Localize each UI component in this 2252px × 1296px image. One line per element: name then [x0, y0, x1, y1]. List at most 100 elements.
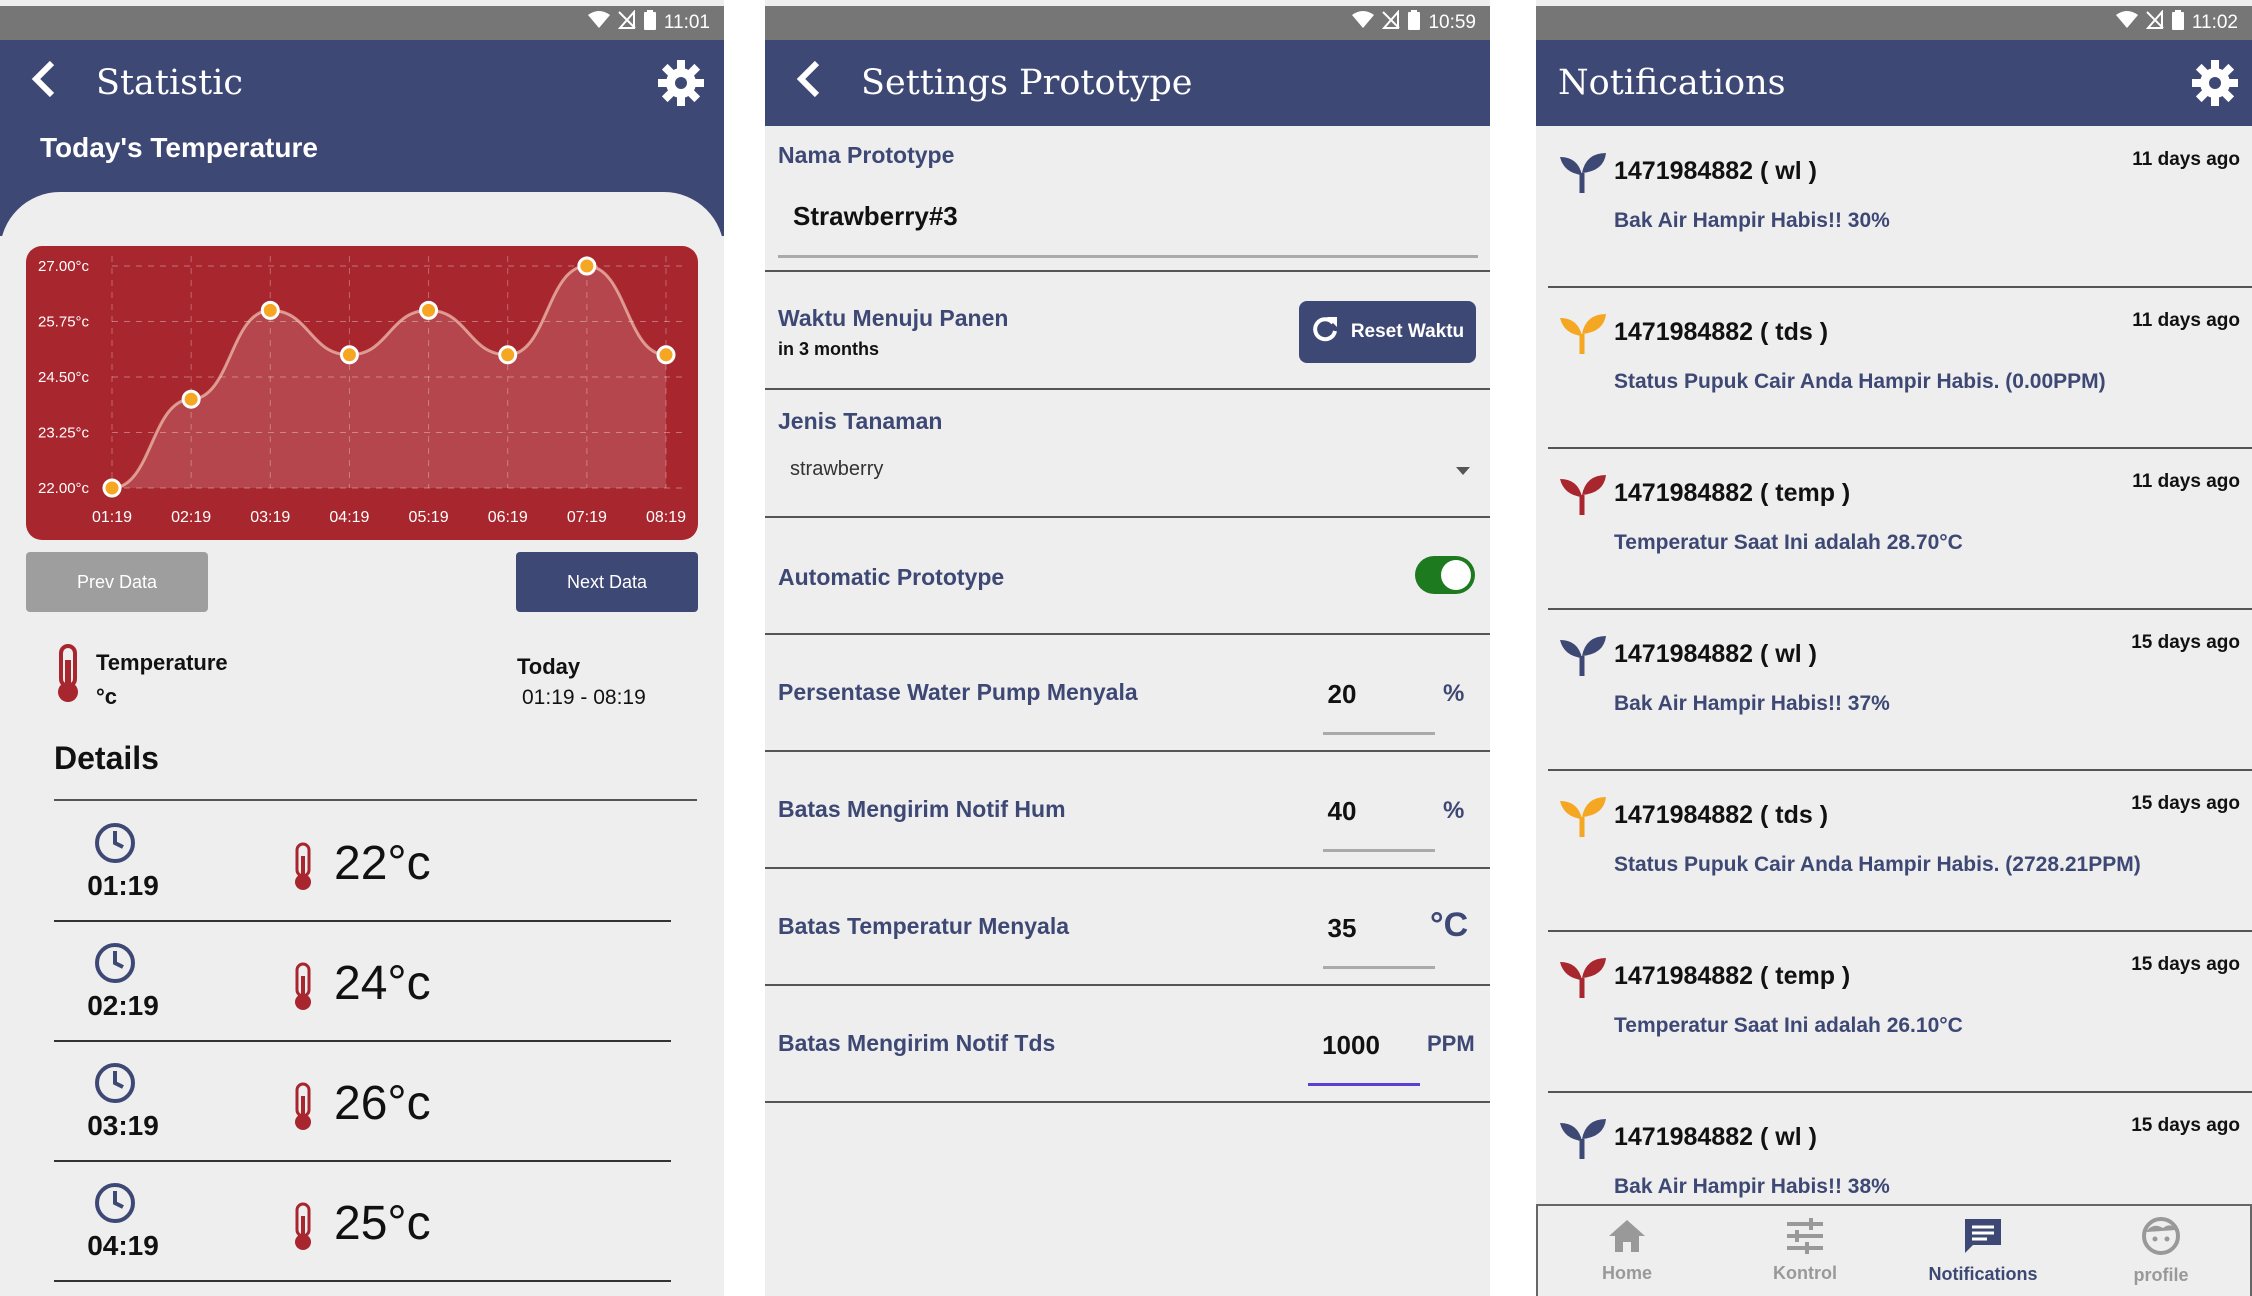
field-label: Batas Temperatur Menyala: [778, 913, 1070, 939]
details-row: 03:19 26°c: [54, 1042, 671, 1162]
notification-title: 1471984882 ( wl ): [1614, 640, 1817, 668]
y-tick-label: 22.00°c: [38, 480, 90, 497]
page-title: Notifications: [1558, 63, 1786, 103]
nav-notifications[interactable]: Notifications: [1894, 1206, 2072, 1296]
jenis-tanaman-select[interactable]: strawberry: [778, 450, 1478, 490]
reset-waktu-label: Reset Waktu: [1350, 321, 1465, 342]
y-tick-label: 24.50°c: [38, 369, 90, 386]
status-bar: 11:02: [1536, 6, 2252, 40]
data-point: [656, 345, 676, 365]
data-point: [260, 300, 280, 320]
notification-message: Bak Air Hampir Habis!! 38%: [1614, 1175, 1890, 1198]
field-value-input[interactable]: 35: [1305, 913, 1379, 944]
field-value-input[interactable]: 1000: [1311, 1030, 1391, 1061]
notification-item[interactable]: 1471984882 ( temp ) 11 days ago Temperatur…: [1548, 449, 2252, 610]
wifi-icon: [2115, 11, 2138, 35]
status-time: 11:02: [2191, 12, 2238, 33]
x-tick-label: 02:19: [171, 509, 211, 526]
nav-profile[interactable]: profile: [2072, 1206, 2250, 1296]
jenis-tanaman-label: Jenis Tanaman: [778, 408, 943, 434]
info-unit: °c: [96, 684, 118, 709]
battery-icon: [2171, 10, 2184, 36]
data-point: [102, 478, 122, 498]
gear-icon[interactable]: [2188, 56, 2242, 110]
sprout-icon: [1558, 795, 1608, 839]
nav-notifications-label: Notifications: [1928, 1264, 2038, 1284]
notification-item[interactable]: 1471984882 ( wl ) 15 days ago Bak Air Hamp…: [1548, 610, 2252, 771]
nav-kontrol[interactable]: Kontrol: [1716, 1206, 1894, 1296]
gear-icon[interactable]: [654, 56, 708, 110]
nav-home[interactable]: Home: [1538, 1206, 1716, 1296]
nav-profile-label: profile: [2133, 1265, 2189, 1285]
sprout-icon: [1558, 956, 1608, 1000]
row-time: 04:19: [87, 1230, 159, 1261]
data-point: [498, 345, 518, 365]
back-arrow-icon[interactable]: [781, 59, 837, 107]
profile-face-icon: [2141, 1216, 2181, 1261]
thermometer-icon: [290, 842, 316, 892]
field-underline: [1308, 1083, 1420, 1086]
nama-prototype-label: Nama Prototype: [778, 142, 955, 168]
automatic-prototype-toggle[interactable]: [1415, 556, 1475, 594]
notification-item[interactable]: 1471984882 ( wl ) 11 days ago Bak Air Hamp…: [1548, 127, 2252, 288]
waktu-panen-value: in 3 months: [778, 339, 880, 359]
field-unit: %: [1443, 797, 1465, 824]
bottom-navigation: Home Kontrol Notifications profile: [1536, 1204, 2252, 1296]
next-data-button[interactable]: Next Data: [516, 552, 698, 612]
row-temperature: 22°c: [334, 837, 431, 890]
nav-kontrol-label: Kontrol: [1773, 1263, 1837, 1283]
field-value-input[interactable]: 20: [1305, 679, 1379, 710]
notification-item[interactable]: 1471984882 ( tds ) 11 days ago Status Pupu…: [1548, 288, 2252, 449]
details-title: Details: [54, 740, 159, 776]
back-arrow-icon[interactable]: [16, 59, 72, 107]
data-point: [419, 300, 439, 320]
today-range: 01:19 - 08:19: [522, 686, 646, 709]
notification-item[interactable]: 1471984882 ( temp ) 15 days ago Temperatur…: [1548, 932, 2252, 1093]
field-label: Batas Mengirim Notif Tds: [778, 1030, 1056, 1056]
notification-time: 15 days ago: [2131, 954, 2240, 975]
row-temperature: 24°c: [334, 957, 431, 1010]
notification-item[interactable]: 1471984882 ( tds ) 15 days ago Status Pupu…: [1548, 771, 2252, 932]
row-temperature: 25°c: [334, 1197, 431, 1250]
status-time: 10:59: [1428, 12, 1476, 33]
clock-icon: [94, 822, 136, 864]
nama-prototype-input[interactable]: [778, 190, 1478, 242]
prev-data-button[interactable]: Prev Data: [26, 552, 208, 612]
automatic-prototype-label: Automatic Prototype: [778, 564, 1005, 590]
app-bar: Notifications: [1536, 40, 2252, 126]
field-label: Persentase Water Pump Menyala: [778, 679, 1138, 705]
field-value-input[interactable]: 40: [1305, 796, 1379, 827]
field-underline: [1323, 849, 1435, 852]
battery-icon: [1408, 10, 1421, 36]
divider: [765, 750, 1490, 752]
statistic-screen: 11:01 Statistic Today's Temperature 27.0…: [0, 0, 724, 1296]
waktu-panen-label: Waktu Menuju Panen: [778, 305, 1009, 331]
x-tick-label: 05:19: [409, 509, 449, 526]
page-title: Settings Prototype: [861, 63, 1193, 103]
page-title: Statistic: [96, 63, 243, 103]
row-time: 01:19: [87, 870, 159, 901]
clock-icon: [94, 1062, 136, 1104]
notification-message: Temperatur Saat Ini adalah 28.70°C: [1614, 531, 1963, 554]
status-time: 11:01: [663, 12, 710, 33]
thermometer-icon: [290, 1082, 316, 1132]
field-label: Batas Mengirim Notif Hum: [778, 796, 1066, 822]
jenis-tanaman-value: strawberry: [790, 458, 884, 480]
notification-time: 11 days ago: [2132, 149, 2240, 170]
divider: [765, 633, 1490, 635]
data-point: [577, 256, 597, 276]
details-row: 01:19 22°c: [54, 802, 671, 922]
row-temperature: 26°c: [334, 1077, 431, 1130]
divider: [765, 270, 1490, 272]
no-signal-icon: [1382, 9, 1401, 36]
series-area: [112, 266, 666, 488]
notifications-screen: 11:02 Notifications 1471984882 ( wl ) 11 …: [1536, 0, 2252, 1296]
y-tick-label: 23.25°c: [38, 425, 90, 442]
reset-waktu-button[interactable]: Reset Waktu: [1299, 301, 1476, 363]
sprout-icon: [1558, 312, 1608, 356]
wifi-icon: [1352, 11, 1375, 35]
field-unit: %: [1443, 680, 1465, 707]
settings-screen: 10:59 Settings Prototype Nama Prototype …: [765, 0, 1490, 1296]
notification-time: 15 days ago: [2131, 632, 2240, 653]
field-underline: [1323, 966, 1435, 969]
